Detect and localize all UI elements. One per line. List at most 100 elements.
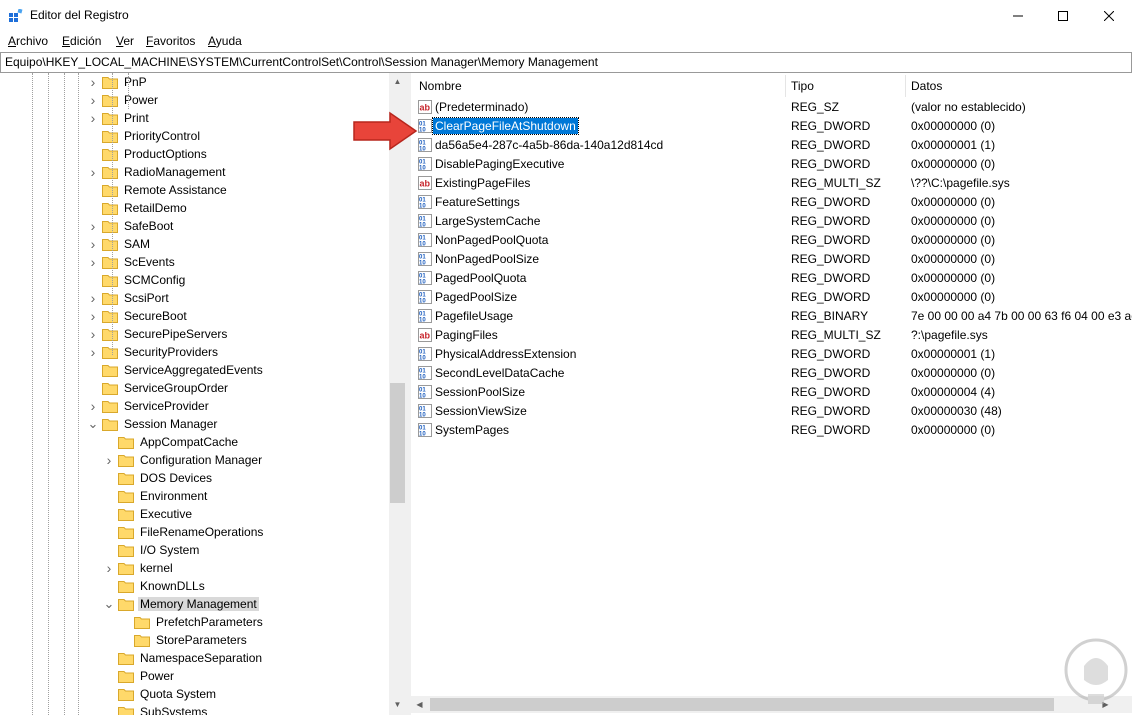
tree-item[interactable]: › ScsiPort: [88, 289, 171, 307]
table-row[interactable]: 01 10 da56a5e4-287c-4a5b-86da-140a12d814cd…: [411, 136, 1132, 155]
tree-item[interactable]: SubSystems: [104, 703, 209, 715]
tree-item[interactable]: AppCompatCache: [104, 433, 240, 451]
table-row[interactable]: 01 10 PagefileUsage REG_BINARY 7e 00 00 00 a…: [411, 307, 1132, 326]
tree-item[interactable]: › PnP: [88, 73, 149, 91]
chevron-right-icon[interactable]: ›: [88, 109, 98, 127]
tree-item[interactable]: StoreParameters: [120, 631, 249, 649]
tree-view[interactable]: › PnP › Power › Print PriorityControl ProductOp…: [0, 73, 388, 715]
minimize-button[interactable]: [995, 0, 1041, 32]
scroll-down-icon[interactable]: ▼: [389, 696, 406, 713]
table-row[interactable]: ab PagingFiles REG_MULTI_SZ ?:\pagefile.sys: [411, 326, 1132, 345]
chevron-right-icon[interactable]: ›: [88, 235, 98, 253]
tree-item[interactable]: › Power: [88, 91, 160, 109]
chevron-right-icon[interactable]: ›: [88, 397, 98, 415]
tree-item[interactable]: ProductOptions: [88, 145, 209, 163]
chevron-right-icon[interactable]: ›: [88, 217, 98, 235]
table-row[interactable]: 01 10 ClearPageFileAtShutdown REG_DWORD 0x00…: [411, 117, 1132, 136]
scroll-left-icon[interactable]: ◀: [411, 696, 428, 713]
tree-item[interactable]: FileRenameOperations: [104, 523, 265, 541]
tree-item[interactable]: Executive: [104, 505, 194, 523]
cell-data: 7e 00 00 00 a4 7b 00 00 63 f6 04 00 e3 a…: [911, 309, 1132, 323]
table-row[interactable]: 01 10 SecondLevelDataCache REG_DWORD 0x00000…: [411, 364, 1132, 383]
menu-archivo[interactable]: Archivo: [8, 34, 48, 48]
tree-item[interactable]: › ScEvents: [88, 253, 177, 271]
chevron-right-icon[interactable]: ›: [88, 289, 98, 307]
menu-ayuda[interactable]: Ayuda: [208, 34, 242, 48]
chevron-right-icon[interactable]: ›: [88, 253, 98, 271]
tree-item[interactable]: › kernel: [104, 559, 175, 577]
tree-item-label: Memory Management: [138, 597, 259, 611]
binary-value-icon: 0110: [418, 252, 432, 266]
tree-item[interactable]: › SecurityProviders: [88, 343, 220, 361]
minimize-icon: [1013, 15, 1023, 17]
chevron-right-icon[interactable]: ›: [88, 307, 98, 325]
table-row[interactable]: 01 10 FeatureSettings REG_DWORD 0x00000000 (…: [411, 193, 1132, 212]
table-row[interactable]: ab (Predeterminado) REG_SZ (valor no establ…: [411, 98, 1132, 117]
tree-item[interactable]: › Print: [88, 109, 151, 127]
tree-item-label: RetailDemo: [124, 201, 187, 215]
address-bar[interactable]: Equipo\HKEY_LOCAL_MACHINE\SYSTEM\Current…: [0, 52, 1132, 73]
tree-item[interactable]: › RadioManagement: [88, 163, 227, 181]
chevron-right-icon[interactable]: ›: [88, 91, 98, 109]
column-divider[interactable]: [785, 75, 786, 97]
table-row[interactable]: 01 10 NonPagedPoolSize REG_DWORD 0x00000000 …: [411, 250, 1132, 269]
column-tipo[interactable]: Tipo: [791, 79, 814, 93]
table-row[interactable]: 01 10 NonPagedPoolQuota REG_DWORD 0x00000000…: [411, 231, 1132, 250]
table-row[interactable]: ab ExistingPageFiles REG_MULTI_SZ \??\C:\pa…: [411, 174, 1132, 193]
table-row[interactable]: 01 10 SessionPoolSize REG_DWORD 0x00000004 (…: [411, 383, 1132, 402]
tree-item[interactable]: I/O System: [104, 541, 201, 559]
folder-icon: [102, 328, 118, 341]
chevron-right-icon[interactable]: ›: [104, 559, 114, 577]
tree-item[interactable]: › SecurePipeServers: [88, 325, 229, 343]
tree-item[interactable]: › SafeBoot: [88, 217, 175, 235]
tree-item[interactable]: ServiceGroupOrder: [88, 379, 230, 397]
chevron-right-icon[interactable]: ›: [88, 325, 98, 343]
chevron-down-icon[interactable]: ⌄: [104, 595, 115, 613]
tree-item[interactable]: KnownDLLs: [104, 577, 207, 595]
list-hscroll-thumb[interactable]: [430, 698, 1054, 711]
chevron-right-icon[interactable]: ›: [88, 343, 98, 361]
tree-item[interactable]: Quota System: [104, 685, 218, 703]
tree-item[interactable]: › SecureBoot: [88, 307, 189, 325]
maximize-button[interactable]: [1040, 0, 1086, 32]
table-row[interactable]: 01 10 SessionViewSize REG_DWORD 0x00000030 (…: [411, 402, 1132, 421]
tree-item[interactable]: ⌄ Memory Management: [104, 595, 259, 613]
tree-item[interactable]: ServiceAggregatedEvents: [88, 361, 265, 379]
table-row[interactable]: 01 10 SystemPages REG_DWORD 0x00000000 (0): [411, 421, 1132, 440]
tree-item[interactable]: PriorityControl: [88, 127, 202, 145]
title-bar[interactable]: Editor del Registro: [0, 0, 1132, 32]
table-row[interactable]: 01 10 PagedPoolQuota REG_DWORD 0x00000000 (0…: [411, 269, 1132, 288]
column-nombre[interactable]: Nombre: [419, 79, 462, 93]
tree-item[interactable]: RetailDemo: [88, 199, 189, 217]
tree-item[interactable]: Environment: [104, 487, 209, 505]
menu-ver[interactable]: Ver: [116, 34, 134, 48]
tree-item[interactable]: DOS Devices: [104, 469, 214, 487]
menu-favoritos[interactable]: Favoritos: [146, 34, 195, 48]
tree-scroll-thumb[interactable]: [390, 383, 405, 503]
tree-item[interactable]: SCMConfig: [88, 271, 187, 289]
column-datos[interactable]: Datos: [911, 79, 942, 93]
menu-edicion[interactable]: Edición: [62, 34, 101, 48]
close-button[interactable]: [1086, 0, 1132, 32]
column-divider[interactable]: [905, 75, 906, 97]
table-row[interactable]: 01 10 DisablePagingExecutive REG_DWORD 0x000…: [411, 155, 1132, 174]
svg-text:10: 10: [419, 375, 426, 381]
tree-item[interactable]: › SAM: [88, 235, 152, 253]
tree-item[interactable]: › ServiceProvider: [88, 397, 211, 415]
chevron-right-icon[interactable]: ›: [88, 73, 98, 91]
tree-item[interactable]: › Configuration Manager: [104, 451, 264, 469]
tree-item[interactable]: PrefetchParameters: [120, 613, 265, 631]
tree-item[interactable]: Power: [104, 667, 176, 685]
chevron-right-icon[interactable]: ›: [104, 451, 114, 469]
tree-item[interactable]: Remote Assistance: [88, 181, 229, 199]
tree-item[interactable]: ⌄ Session Manager: [88, 415, 219, 433]
table-row[interactable]: 01 10 PhysicalAddressExtension REG_DWORD 0x0…: [411, 345, 1132, 364]
chevron-down-icon[interactable]: ⌄: [88, 415, 99, 433]
table-row[interactable]: 01 10 PagedPoolSize REG_DWORD 0x00000000 (0): [411, 288, 1132, 307]
scroll-up-icon[interactable]: ▲: [389, 73, 406, 90]
tree-item[interactable]: NamespaceSeparation: [104, 649, 264, 667]
table-row[interactable]: 01 10 LargeSystemCache REG_DWORD 0x00000000 …: [411, 212, 1132, 231]
chevron-right-icon[interactable]: ›: [88, 163, 98, 181]
